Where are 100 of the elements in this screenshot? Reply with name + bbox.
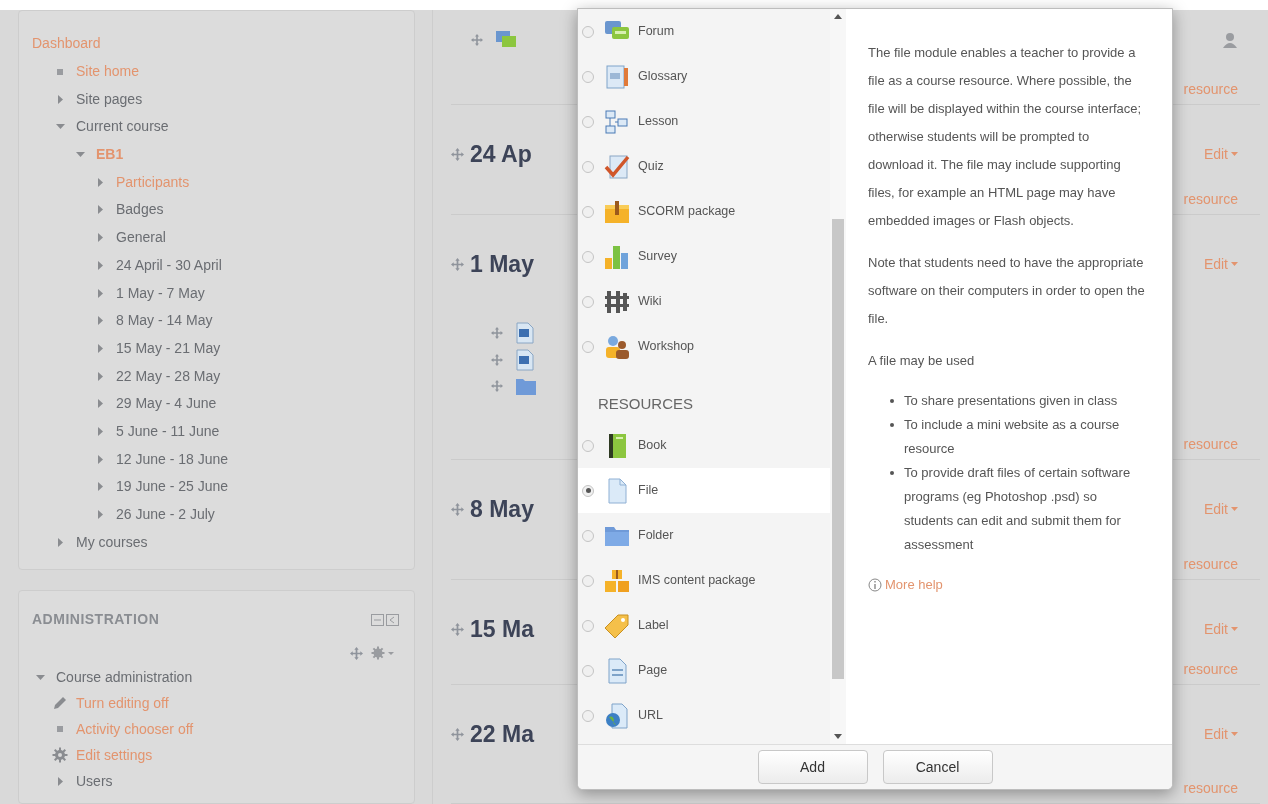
- radio-button[interactable]: [582, 115, 594, 128]
- help-text: A file may be used: [868, 352, 976, 370]
- dialog-button[interactable]: Cancel: [882, 750, 993, 784]
- nav-link[interactable]: 12 June - 18 June: [116, 448, 229, 470]
- radio-button[interactable]: [582, 70, 594, 83]
- module-option[interactable]: Book: [578, 423, 830, 468]
- caret-right-icon: [95, 233, 105, 243]
- nav-link[interactable]: 8 May - 14 May: [116, 310, 213, 332]
- radio-button[interactable]: [582, 205, 594, 218]
- radio-button[interactable]: [582, 250, 594, 263]
- dialog-button[interactable]: Add: [757, 750, 868, 784]
- bullet-icon: [57, 726, 63, 732]
- nav-link[interactable]: Course administration: [56, 666, 193, 688]
- radio-button[interactable]: [582, 574, 594, 587]
- move-icon[interactable]: [491, 326, 503, 339]
- module-option[interactable]: Forum: [578, 9, 830, 54]
- radio-button[interactable]: [582, 664, 594, 677]
- move-icon[interactable]: [451, 502, 464, 516]
- chat-icon: [495, 30, 517, 50]
- caret-right-icon: [95, 371, 105, 381]
- nav-link[interactable]: Users: [76, 770, 113, 792]
- group-heading: RESOURCES: [598, 393, 694, 414]
- radio-button[interactable]: [582, 439, 594, 452]
- caret-right-icon: [95, 510, 105, 520]
- module-option[interactable]: Glossary: [578, 54, 830, 99]
- radio-button[interactable]: [582, 160, 594, 173]
- nav-link[interactable]: 26 June - 2 July: [116, 504, 215, 526]
- info-icon: [868, 578, 882, 592]
- nav-link[interactable]: 19 June - 25 June: [116, 476, 229, 498]
- caret-right-icon: [95, 343, 105, 353]
- tag-icon: [604, 612, 630, 639]
- more-help-link[interactable]: More help: [885, 571, 943, 599]
- scroll-down-icon[interactable]: [834, 734, 842, 740]
- dock-icons[interactable]: [371, 613, 399, 626]
- caret-right-icon: [95, 205, 105, 215]
- help-text: The file module enables a teacher to provide a file as a course resource. Where possible, the file will be displayed within the course interface; otherwise students will be prompted to download it. The file may include supporting files, for example an HTML page may have embedded images or Flash objects.: [868, 44, 1143, 230]
- nav-link[interactable]: 22 May - 28 May: [116, 365, 221, 387]
- nav-link[interactable]: Badges: [116, 199, 164, 221]
- document-icon: [515, 321, 535, 344]
- radio-button[interactable]: [582, 484, 594, 497]
- radio-button[interactable]: [582, 529, 594, 542]
- scroll-up-icon[interactable]: [834, 13, 842, 19]
- module-option[interactable]: Wiki: [578, 279, 830, 324]
- module-option[interactable]: File: [578, 468, 830, 513]
- radio-button[interactable]: [582, 619, 594, 632]
- caret-right-icon: [55, 776, 65, 786]
- move-icon[interactable]: [491, 379, 503, 392]
- caret-right-icon: [95, 482, 105, 492]
- caret-down-icon: [1231, 262, 1238, 267]
- module-option[interactable]: Label: [578, 603, 830, 648]
- module-option[interactable]: SCORM package: [578, 189, 830, 234]
- caret-right-icon: [95, 454, 105, 464]
- block-title: ADMINISTRATION: [32, 610, 160, 629]
- move-icon[interactable]: [451, 727, 464, 741]
- puzzle-tiles-icon: [604, 288, 630, 315]
- radio-button[interactable]: [582, 340, 594, 353]
- module-option[interactable]: Folder: [578, 513, 830, 558]
- nav-link[interactable]: 24 April - 30 April: [116, 254, 222, 276]
- nav-link[interactable]: 1 May - 7 May: [116, 282, 205, 304]
- radio-button[interactable]: [582, 709, 594, 722]
- caret-right-icon: [55, 94, 65, 104]
- person-icon: [1222, 32, 1238, 48]
- caret-right-icon: [95, 177, 105, 187]
- section-heading: 8 May: [470, 495, 534, 524]
- section-heading: 1 May: [470, 250, 534, 279]
- nav-link[interactable]: My courses: [76, 531, 148, 553]
- radio-button[interactable]: [582, 295, 594, 308]
- module-option[interactable]: IMS content package: [578, 558, 830, 603]
- bar-chart-icon: [604, 243, 630, 270]
- caret-down-icon: [1231, 732, 1238, 737]
- help-bullet: To include a mini website as a course resource: [904, 416, 1121, 458]
- nav-link[interactable]: Current course: [76, 116, 169, 138]
- nav-link[interactable]: 5 June - 11 June: [116, 420, 220, 442]
- caret-right-icon: [95, 316, 105, 326]
- module-option[interactable]: Page: [578, 648, 830, 693]
- move-icon[interactable]: [350, 646, 363, 660]
- radio-button[interactable]: [582, 25, 594, 38]
- caret-right-icon: [95, 399, 105, 409]
- nav-link[interactable]: 15 May - 21 May: [116, 337, 221, 359]
- pencil-icon: [52, 695, 68, 711]
- module-option[interactable]: URL: [578, 693, 830, 738]
- move-icon[interactable]: [451, 147, 464, 161]
- help-bullet: To provide draft files of certain software programs (eg Photoshop .psd) so students can edit and submit them for assessment: [904, 464, 1132, 554]
- module-option[interactable]: Survey: [578, 234, 830, 279]
- module-option[interactable]: Workshop: [578, 324, 830, 369]
- gear-menu-icon[interactable]: [371, 646, 395, 660]
- move-icon[interactable]: [451, 622, 464, 636]
- nav-link[interactable]: General: [116, 227, 166, 249]
- caret-right-icon: [95, 288, 105, 298]
- nav-link[interactable]: 29 May - 4 June: [116, 393, 217, 415]
- move-icon[interactable]: [471, 34, 483, 46]
- globe-page-icon: [604, 702, 630, 729]
- caret-down-icon: [35, 672, 45, 682]
- module-option[interactable]: Quiz: [578, 144, 830, 189]
- move-icon[interactable]: [491, 353, 503, 366]
- checkmark-page-icon: [604, 153, 630, 180]
- move-icon[interactable]: [451, 257, 464, 271]
- module-option[interactable]: Lesson: [578, 99, 830, 144]
- caret-down-icon: [1231, 627, 1238, 632]
- nav-link[interactable]: Site pages: [76, 88, 143, 110]
